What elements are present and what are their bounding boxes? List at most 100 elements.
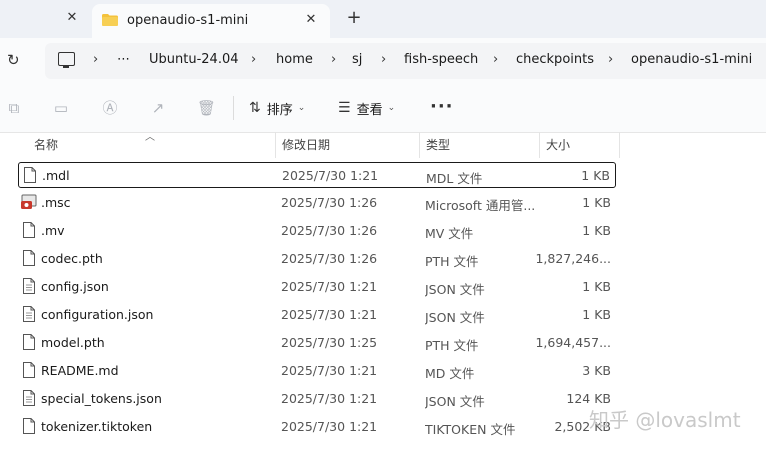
file-name: tokenizer.tiktoken [41, 419, 153, 434]
refresh-icon[interactable]: ↻ [7, 51, 25, 69]
copy-icon[interactable]: ⧉ [5, 99, 23, 117]
table-row[interactable]: codec.pth 2025/7/30 1:26 PTH 文件 1,827,24… [18, 246, 616, 272]
file-type: MDL 文件 [426, 171, 483, 186]
file-date: 2025/7/30 1:21 [281, 363, 378, 378]
file-date: 2025/7/30 1:26 [281, 195, 378, 210]
column-header-name[interactable]: 名称 [34, 136, 58, 153]
file-type: TIKTOKEN 文件 [425, 422, 516, 437]
file-type: MV 文件 [425, 226, 474, 241]
breadcrumb-fish-speech[interactable]: fish-speech [404, 52, 478, 67]
sort-icon: ⇅ [249, 100, 261, 116]
file-type: JSON 文件 [425, 310, 485, 325]
msc-icon [21, 194, 37, 209]
file-name: .mv [41, 223, 65, 238]
sort-ascending-icon: ︿ [145, 132, 155, 143]
file-icon [23, 418, 35, 434]
close-tab-icon[interactable]: ✕ [302, 11, 320, 29]
file-size: 1 KB [581, 168, 610, 183]
file-date: 2025/7/30 1:21 [281, 391, 378, 406]
new-tab-button[interactable]: + [345, 9, 363, 27]
table-row[interactable]: special_tokens.json 2025/7/30 1:21 JSON … [18, 386, 616, 412]
address-bar: ↻ › ⋯ Ubuntu-24.04 › home › sj › fish-sp… [0, 38, 766, 84]
breadcrumb-ubuntu[interactable]: Ubuntu-24.04 [149, 52, 239, 67]
table-row[interactable]: configuration.json 2025/7/30 1:21 JSON 文… [18, 302, 616, 328]
file-icon [23, 362, 35, 378]
file-icon [24, 167, 36, 183]
chevron-right-icon[interactable]: › [251, 52, 256, 67]
text-file-icon [23, 278, 35, 294]
file-date: 2025/7/30 1:25 [281, 335, 378, 350]
breadcrumb-checkpoints[interactable]: checkpoints [516, 52, 594, 67]
column-header-date[interactable]: 修改日期 [282, 136, 330, 153]
file-name: README.md [41, 363, 119, 378]
file-type: JSON 文件 [425, 394, 485, 409]
text-file-icon [23, 306, 35, 322]
file-icon [23, 334, 35, 350]
file-date: 2025/7/30 1:21 [282, 168, 379, 183]
file-size: 1 KB [582, 307, 611, 322]
text-file-icon [23, 390, 35, 406]
view-button[interactable]: ☰ 查看 ⌄ [338, 98, 395, 118]
breadcrumb-ellipsis[interactable]: ⋯ [117, 52, 130, 67]
chevron-right-icon[interactable]: › [331, 52, 336, 67]
file-name: codec.pth [41, 251, 103, 266]
file-date: 2025/7/30 1:26 [281, 223, 378, 238]
file-date: 2025/7/30 1:21 [281, 307, 378, 322]
sort-button[interactable]: ⇅ 排序 ⌄ [249, 98, 305, 118]
table-row[interactable]: .mdl 2025/7/30 1:21 MDL 文件 1 KB [18, 162, 616, 188]
column-header-type[interactable]: 类型 [426, 136, 450, 153]
file-date: 2025/7/30 1:21 [281, 279, 378, 294]
file-size: 1 KB [582, 279, 611, 294]
command-bar: ⧉ ▭ Ⓐ ↗ 🗑 ⇅ 排序 ⌄ ☰ 查看 ⌄ ··· [0, 84, 766, 133]
paste-icon[interactable]: ▭ [52, 99, 70, 117]
tab-bar: ✕ openaudio-s1-mini ✕ + [0, 0, 766, 38]
chevron-down-icon: ⌄ [387, 103, 396, 113]
chevron-right-icon[interactable]: › [93, 52, 98, 67]
file-name: config.json [41, 279, 109, 294]
file-icon [23, 250, 35, 266]
toolbar-divider [233, 96, 234, 120]
file-name: configuration.json [41, 307, 154, 322]
column-divider[interactable] [419, 132, 420, 158]
chevron-down-icon: ⌄ [297, 103, 306, 113]
table-row[interactable]: .msc 2025/7/30 1:26 Microsoft 通用管... 1 K… [18, 190, 616, 216]
watermark: 知乎 @lovaslmt [589, 408, 741, 432]
file-size: 1 KB [582, 195, 611, 210]
file-size: 1,827,246... [535, 251, 611, 266]
file-type: JSON 文件 [425, 282, 485, 297]
breadcrumb-openaudio[interactable]: openaudio-s1-mini [631, 52, 752, 67]
file-type: PTH 文件 [425, 338, 479, 353]
column-divider[interactable] [539, 132, 540, 158]
rename-icon[interactable]: Ⓐ [101, 99, 119, 117]
file-size: 1 KB [582, 223, 611, 238]
chevron-right-icon[interactable]: › [608, 52, 613, 67]
share-icon[interactable]: ↗ [149, 99, 167, 117]
delete-icon[interactable]: 🗑 [197, 99, 216, 117]
file-type: PTH 文件 [425, 254, 479, 269]
table-row[interactable]: .mv 2025/7/30 1:26 MV 文件 1 KB [18, 218, 616, 244]
more-options-button[interactable]: ··· [430, 96, 454, 117]
file-name: .msc [41, 195, 71, 210]
table-row[interactable]: config.json 2025/7/30 1:21 JSON 文件 1 KB [18, 274, 616, 300]
column-header-size[interactable]: 大小 [546, 136, 570, 153]
column-divider[interactable] [619, 132, 620, 158]
breadcrumb-sj[interactable]: sj [352, 52, 362, 67]
table-row[interactable]: README.md 2025/7/30 1:21 MD 文件 3 KB [18, 358, 616, 384]
chevron-right-icon[interactable]: › [493, 52, 498, 67]
close-icon[interactable]: ✕ [64, 10, 80, 26]
breadcrumb[interactable]: › ⋯ Ubuntu-24.04 › home › sj › fish-spee… [45, 43, 766, 79]
file-name: model.pth [41, 335, 105, 350]
tab-openaudio[interactable]: openaudio-s1-mini ✕ [92, 4, 330, 38]
table-row[interactable]: tokenizer.tiktoken 2025/7/30 1:21 TIKTOK… [18, 414, 616, 440]
chevron-right-icon[interactable]: › [381, 52, 386, 67]
file-type: MD 文件 [425, 366, 475, 381]
view-label: 查看 [356, 102, 383, 118]
file-size: 3 KB [582, 363, 611, 378]
column-divider[interactable] [275, 132, 276, 158]
view-icon: ☰ [338, 100, 351, 116]
file-date: 2025/7/30 1:26 [281, 251, 378, 266]
breadcrumb-home[interactable]: home [276, 52, 313, 67]
table-row[interactable]: model.pth 2025/7/30 1:25 PTH 文件 1,694,45… [18, 330, 616, 356]
tab-title: openaudio-s1-mini [127, 13, 249, 28]
computer-icon[interactable] [58, 52, 75, 68]
